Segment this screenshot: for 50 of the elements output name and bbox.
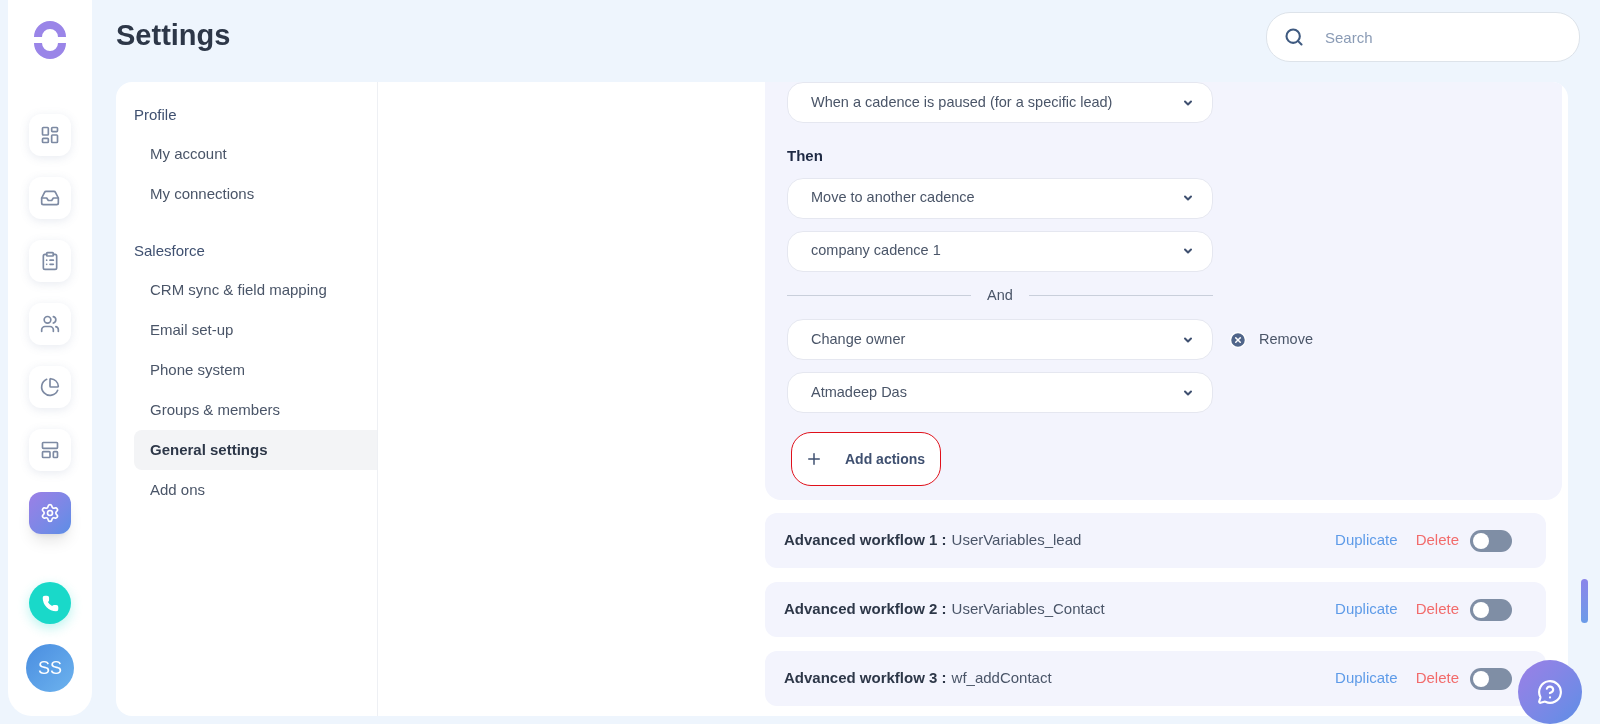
nav-item[interactable]: Groups & members [134,390,377,430]
dropdown[interactable]: Change owner [787,319,1213,361]
add-actions-button[interactable]: Add actions [791,432,941,487]
nav-item[interactable]: My connections [134,174,377,214]
workflow-title: Advanced workflow 2 : [784,599,947,620]
rail-button[interactable] [29,303,71,345]
search-field[interactable]: Search [1266,12,1580,62]
tray-icon [40,188,60,208]
workflow-name: UserVariables_Contact [951,599,1105,620]
clipboard-icon [40,251,60,271]
pie-chart-icon [40,377,60,397]
toggle-switch[interactable] [1470,598,1512,621]
settings-icon [40,503,60,523]
search-icon [1284,27,1304,47]
nav-item[interactable]: Email set-up [134,310,377,350]
help-chat-icon [1537,679,1563,705]
workflow-title: Advanced workflow 3 : [784,668,947,689]
nav-item[interactable]: General settings [134,430,377,470]
nav-item[interactable]: Phone system [134,350,377,390]
phone-button[interactable] [29,582,71,624]
toggle-switch[interactable] [1470,667,1512,690]
section-label: Then [787,146,824,166]
rail-button[interactable] [29,492,71,534]
page-title: Settings [116,18,231,53]
workflow-name: UserVariables_lead [951,530,1082,551]
toggle-switch[interactable] [1470,529,1512,552]
phone-icon [41,594,59,612]
rail-button[interactable] [29,429,71,471]
nav-section-title: Salesforce [134,241,206,260]
rail-button[interactable] [29,177,71,219]
rail-button[interactable] [29,114,71,156]
layout-icon [40,440,60,460]
remove-button[interactable]: Remove [1229,328,1313,351]
rail-button[interactable] [29,240,71,282]
dashboard-icon [40,125,60,145]
workflow-name: wf_addContact [951,668,1052,689]
dropdown[interactable]: When a cadence is paused (for a specific lead) [787,82,1213,123]
rail-button[interactable] [29,366,71,408]
people-icon [40,314,60,334]
close-icon [1229,330,1247,349]
dropdown[interactable]: Move to another cadence [787,177,1213,219]
workflow-title: Advanced workflow 1 : [784,530,947,551]
dropdown[interactable]: company cadence 1 [787,230,1213,272]
scrollbar-thumb[interactable] [1581,579,1588,623]
dropdown[interactable]: Atmadeep Das [787,372,1213,414]
nav-item[interactable]: My account [134,134,377,174]
nav-item[interactable]: CRM sync & field mapping [134,270,377,310]
divider-label: And [987,285,1013,305]
nav-section-title: Profile [134,105,178,124]
nav-item[interactable]: Add ons [134,470,377,510]
